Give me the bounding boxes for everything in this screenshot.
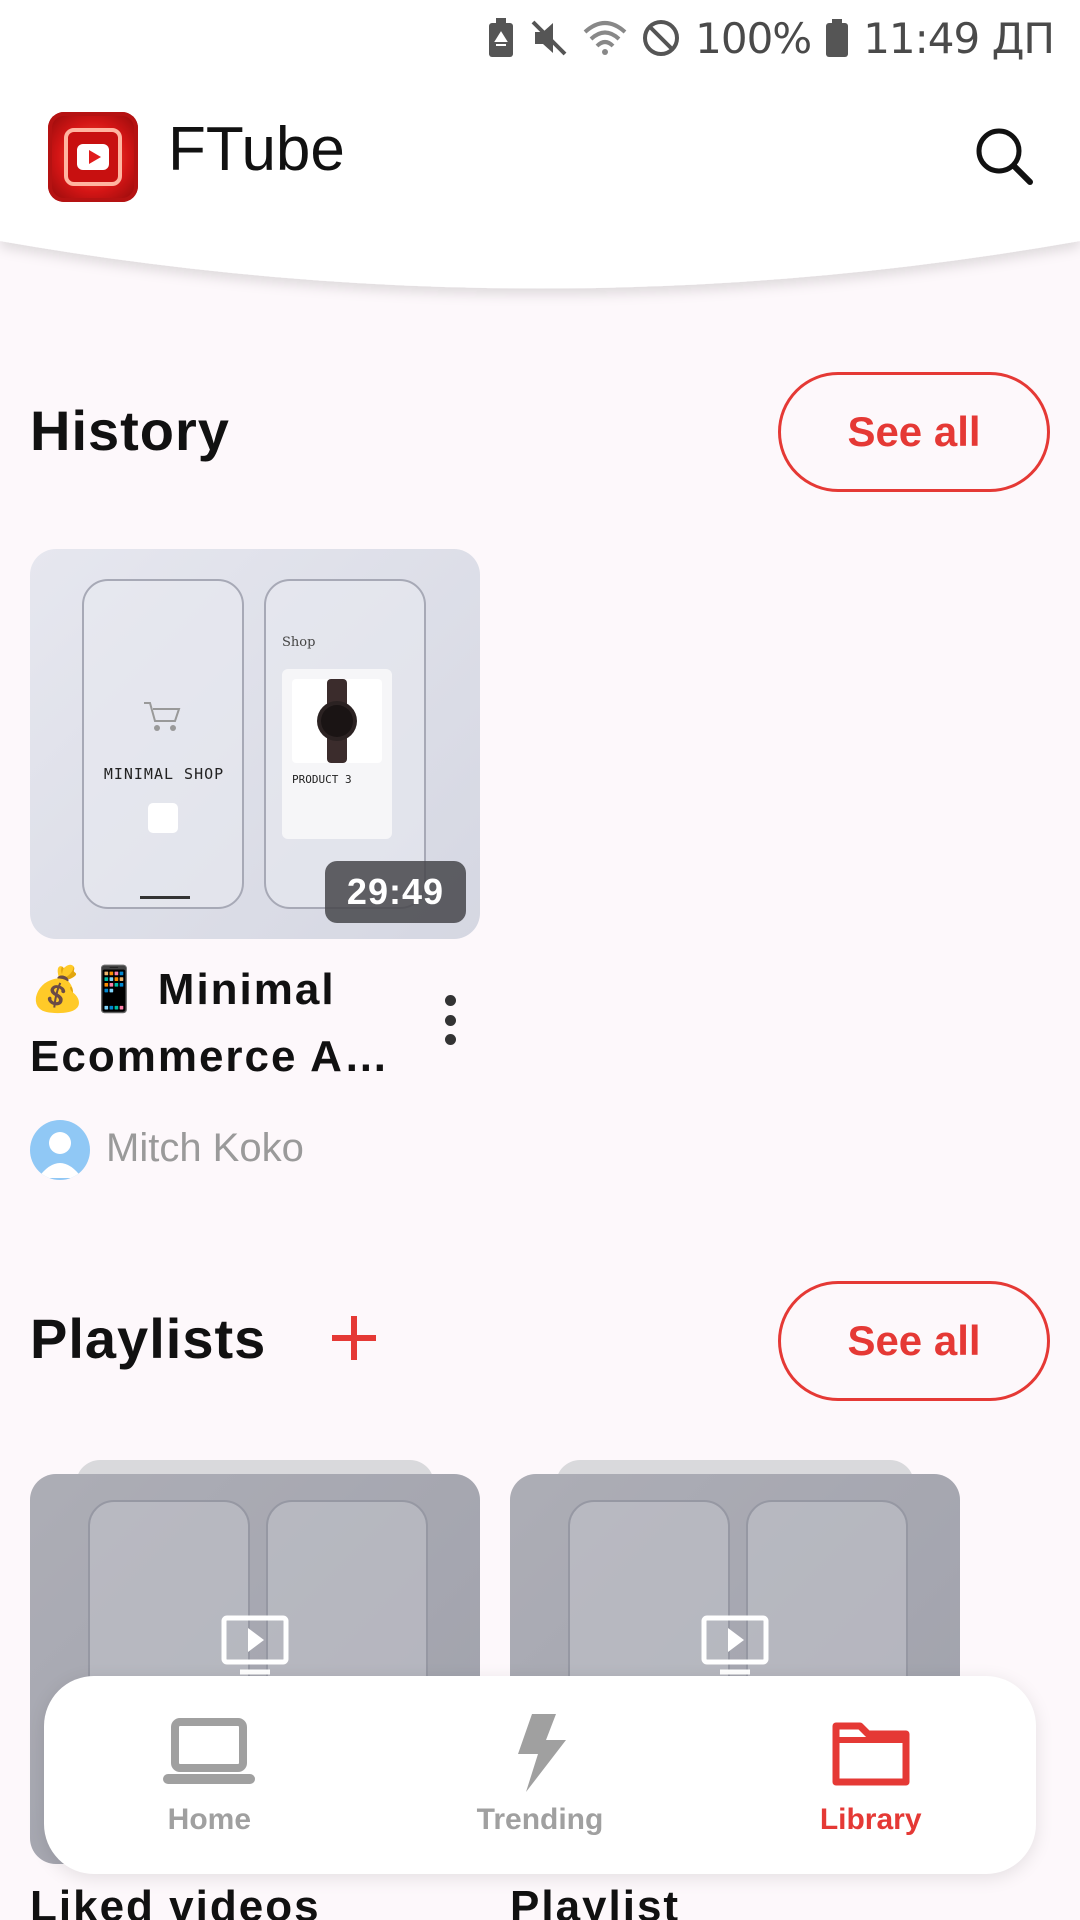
status-bar: 100% 11:49 ДП [0,0,1080,76]
nav-item-home[interactable]: Home [44,1676,375,1874]
wifi-icon [583,16,627,60]
nav-item-library[interactable]: Library [705,1676,1036,1874]
home-indicator [140,896,190,899]
playlist-label-liked[interactable]: Liked videos [30,1882,321,1920]
thumbnail-right-heading: Shop [282,635,316,650]
more-dot-icon [444,1014,456,1026]
nav-item-trending[interactable]: Trending [375,1676,706,1874]
playlists-see-all-button[interactable]: See all [778,1281,1050,1401]
search-button[interactable] [968,120,1040,192]
search-icon [976,128,1033,185]
app-bar: FTube [0,76,1080,306]
thumbnail-left-heading: MINIMAL SHOP [103,765,225,783]
app-bar-background [0,76,1080,289]
more-dot-icon [444,1034,456,1045]
battery-saver-icon [487,16,515,60]
history-title: History [30,399,230,462]
lightning-icon [490,1713,590,1793]
more-dot-icon [444,995,456,1006]
battery-icon [825,16,849,60]
history-video-thumbnail[interactable]: MINIMAL SHOP Shop PRODUCT 3 29:49 [30,549,480,939]
mute-icon [529,16,569,60]
laptop-icon [159,1713,259,1793]
playlists-title: Playlists [30,1307,267,1370]
add-playlist-button[interactable] [326,1310,382,1366]
clock: 11:49 ДП [863,13,1055,63]
channel-name[interactable]: Mitch Koko [106,1126,304,1171]
bottom-navigation: Home Trending Library [44,1676,1036,1874]
watch-icon [317,679,357,763]
watch-image [292,679,382,763]
thumbnail-phone-right: Shop PRODUCT 3 [264,579,426,909]
battery-percent: 100% [695,13,812,63]
no-disturb-icon [641,16,681,60]
arrow-button-mock [148,803,178,833]
folder-icon [821,1713,921,1793]
nav-label-library: Library [819,1803,922,1836]
playlist-play-icon [701,1615,769,1675]
product-card-mock: PRODUCT 3 [282,669,392,839]
app-title: FTube [168,115,345,184]
playlist-label-playlist[interactable]: Playlist [510,1882,680,1920]
avatar-person-icon [38,1132,82,1178]
history-video-title[interactable]: 💰📱 Minimal Ecommerce A… [30,956,400,1090]
ftube-logo-icon [48,112,138,202]
video-more-button[interactable] [430,995,470,1045]
history-see-all-button[interactable]: See all [778,372,1050,492]
thumbnail-product: PRODUCT 3 [292,773,352,786]
video-duration: 29:49 [324,861,466,923]
playlist-play-icon [221,1615,289,1675]
thumbnail-phone-left: MINIMAL SHOP [82,579,244,909]
cart-icon [144,702,181,731]
nav-label-home: Home [167,1803,252,1836]
channel-avatar[interactable] [30,1120,90,1180]
plus-icon [332,1316,376,1360]
nav-label-trending: Trending [476,1803,604,1836]
